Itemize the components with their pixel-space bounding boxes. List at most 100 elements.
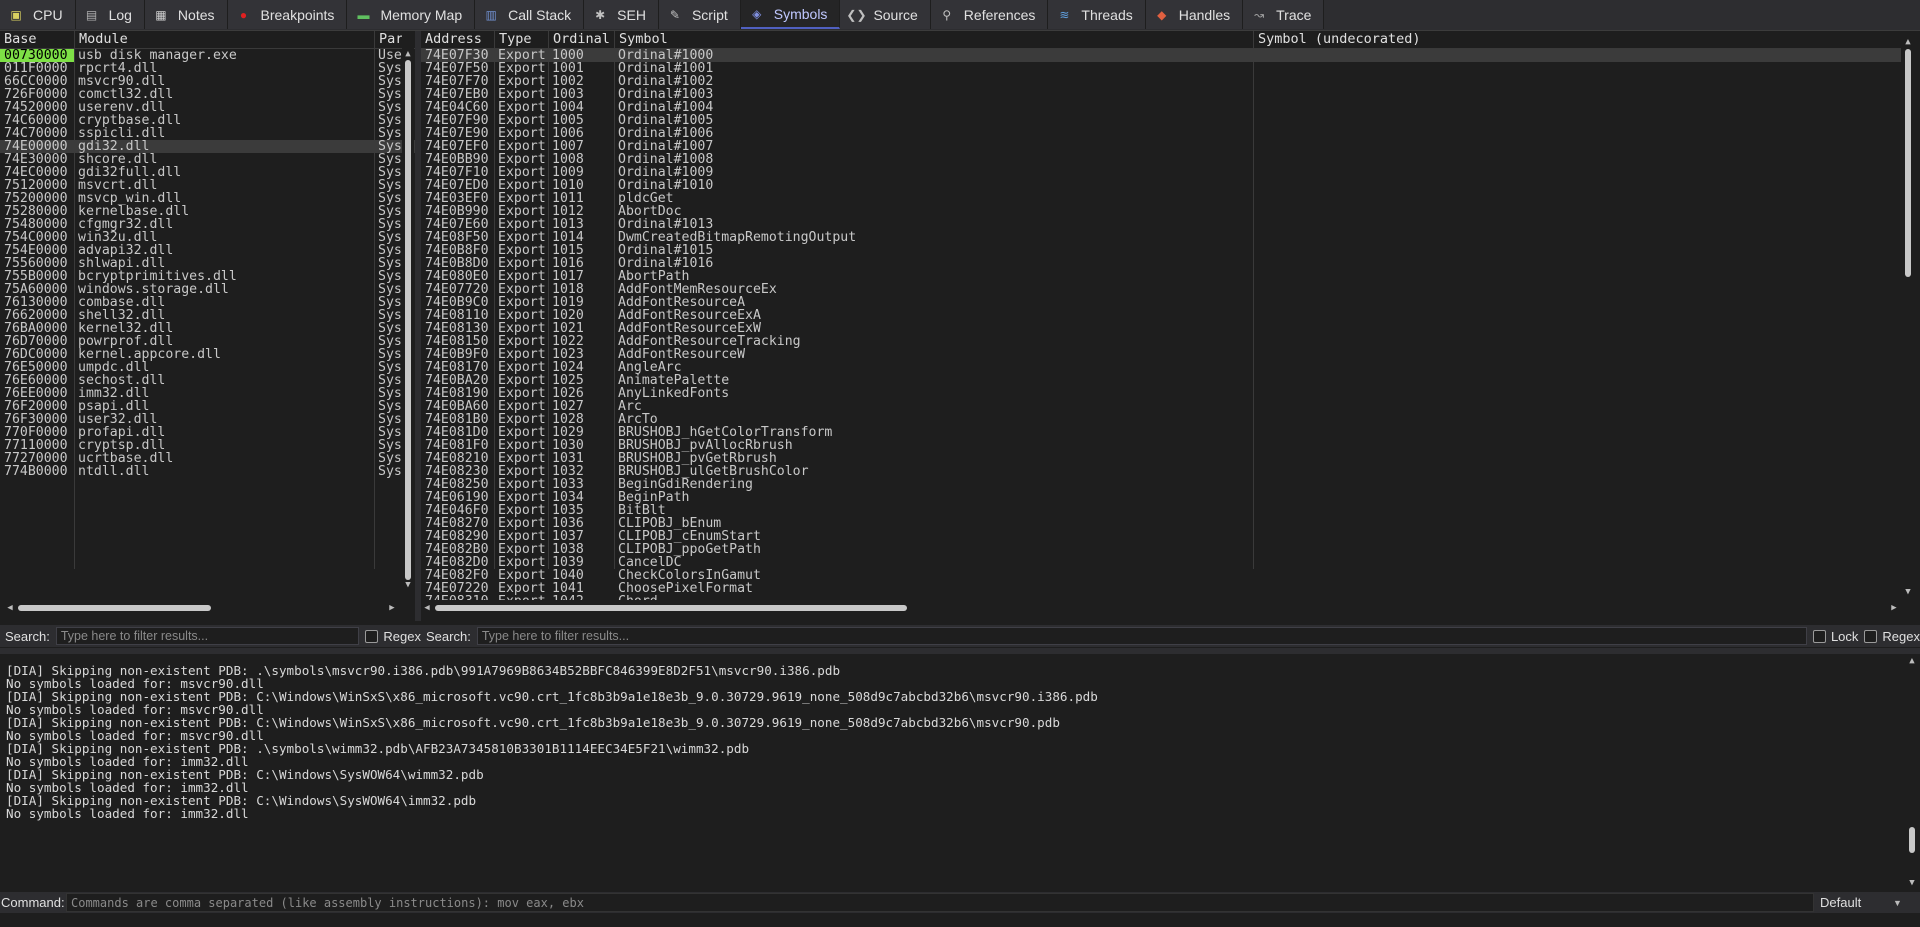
table-row[interactable]: 74E30000 shcore.dll Sys xyxy=(0,153,415,166)
tab-notes[interactable]: ▦ Notes xyxy=(144,0,228,29)
table-row[interactable]: 75200000 msvcp_win.dll Sys xyxy=(0,192,415,205)
table-row[interactable]: 74E08110 Export 1020 AddFontResourceExA xyxy=(421,309,1901,322)
tab-trace[interactable]: ↝ Trace xyxy=(1243,0,1325,29)
table-row[interactable]: 74E046F0 Export 1035 BitBlt xyxy=(421,504,1901,517)
table-row[interactable]: 74E07F70 Export 1002 Ordinal#1002 xyxy=(421,75,1901,88)
tab-memory-map[interactable]: ▬ Memory Map xyxy=(347,0,476,29)
table-row[interactable]: 76BA0000 kernel32.dll Sys xyxy=(0,322,415,335)
table-row[interactable]: 74E07720 Export 1018 AddFontMemResourceEx xyxy=(421,283,1901,296)
column-header-symbol[interactable]: Symbol xyxy=(614,31,1246,48)
table-row[interactable]: 74E08250 Export 1033 BeginGdiRendering xyxy=(421,478,1901,491)
tab-breakpoints[interactable]: ● Breakpoints xyxy=(227,0,348,29)
regex-checkbox-box[interactable] xyxy=(1864,629,1878,643)
table-row[interactable]: 74520000 userenv.dll Sys xyxy=(0,101,415,114)
tab-source[interactable]: ❮❯ Source xyxy=(840,0,931,29)
table-row[interactable]: 74E0B8F0 Export 1015 Ordinal#1015 xyxy=(421,244,1901,257)
table-row[interactable]: 76E50000 umpdc.dll Sys xyxy=(0,361,415,374)
table-row[interactable]: 74E07F50 Export 1001 Ordinal#1001 xyxy=(421,62,1901,75)
table-row[interactable]: 00730000 usb disk manager.exe Use xyxy=(0,49,415,62)
table-row[interactable]: 754C0000 win32u.dll Sys xyxy=(0,231,415,244)
column-header-ordinal[interactable]: Ordinal xyxy=(548,31,614,48)
log-output[interactable]: [DIA] Skipping non-existent PDB: .\symbo… xyxy=(0,655,1906,890)
tab-handles[interactable]: ◆ Handles xyxy=(1145,0,1244,29)
modules-search-input[interactable] xyxy=(55,627,360,645)
modules-vertical-scrollbar[interactable]: ▲ ▼ xyxy=(402,48,414,591)
table-row[interactable]: 66CC0000 msvcr90.dll Sys xyxy=(0,75,415,88)
table-row[interactable]: 76F20000 psapi.dll Sys xyxy=(0,400,415,413)
command-input[interactable] xyxy=(66,893,1814,912)
symbols-table[interactable]: Address Type Ordinal Symbol Symbol (unde… xyxy=(421,31,1901,600)
modules-table[interactable]: Base Module Par 00730000 usb disk manager… xyxy=(0,31,415,600)
table-row[interactable]: 74E00000 gdi32.dll Sys xyxy=(0,140,415,153)
table-row[interactable]: 74E07220 Export 1041 ChoosePixelFormat xyxy=(421,582,1901,595)
table-row[interactable]: 774B0000 ntdll.dll Sys xyxy=(0,465,415,478)
table-row[interactable]: 74E080E0 Export 1017 AbortPath xyxy=(421,270,1901,283)
table-row[interactable]: 74E0B9C0 Export 1019 AddFontResourceA xyxy=(421,296,1901,309)
lock-checkbox[interactable]: Lock xyxy=(1812,629,1858,644)
tab-call-stack[interactable]: ▥ Call Stack xyxy=(475,0,585,29)
table-row[interactable]: 75480000 cfgmgr32.dll Sys xyxy=(0,218,415,231)
column-header-base[interactable]: Base xyxy=(0,31,74,48)
column-header-type[interactable]: Type xyxy=(494,31,548,48)
chevron-down-icon[interactable]: ▼ xyxy=(1893,898,1902,908)
table-row[interactable]: 011F0000 rpcrt4.dll Sys xyxy=(0,62,415,75)
table-row[interactable]: 76620000 shell32.dll Sys xyxy=(0,309,415,322)
table-row[interactable]: 74E06190 Export 1034 BeginPath xyxy=(421,491,1901,504)
table-row[interactable]: 74E081B0 Export 1028 ArcTo xyxy=(421,413,1901,426)
table-row[interactable]: 74E08170 Export 1024 AngleArc xyxy=(421,361,1901,374)
table-row[interactable]: 74E08130 Export 1021 AddFontResourceExW xyxy=(421,322,1901,335)
table-row[interactable]: 755B0000 bcryptprimitives.dll Sys xyxy=(0,270,415,283)
log-splitter[interactable] xyxy=(0,648,1920,654)
symbols-horizontal-scrollbar[interactable]: ◀ ▶ xyxy=(421,602,1901,614)
table-row[interactable]: 74E081D0 Export 1029 BRUSHOBJ_hGetColorTran… xyxy=(421,426,1901,439)
table-row[interactable]: 74E08F50 Export 1014 DwmCreatedBitmapRemoti… xyxy=(421,231,1901,244)
table-row[interactable]: 77270000 ucrtbase.dll Sys xyxy=(0,452,415,465)
symbols-regex-checkbox[interactable]: Regex xyxy=(1864,629,1920,644)
table-row[interactable]: 76E60000 sechost.dll Sys xyxy=(0,374,415,387)
table-row[interactable]: 74E081F0 Export 1030 BRUSHOBJ_pvAllocRbrush xyxy=(421,439,1901,452)
table-row[interactable]: 74E0BB90 Export 1008 Ordinal#1008 xyxy=(421,153,1901,166)
modules-regex-checkbox[interactable]: Regex xyxy=(365,629,421,644)
table-row[interactable]: 76130000 combase.dll Sys xyxy=(0,296,415,309)
column-header-module[interactable]: Module xyxy=(74,31,374,48)
table-row[interactable]: 74EC0000 gdi32full.dll Sys xyxy=(0,166,415,179)
symbols-search-input[interactable] xyxy=(476,627,1807,645)
table-row[interactable]: 74E08150 Export 1022 AddFontResourceTrackin… xyxy=(421,335,1901,348)
table-row[interactable]: 76D70000 powrprof.dll Sys xyxy=(0,335,415,348)
table-row[interactable]: 75A60000 windows.storage.dll Sys xyxy=(0,283,415,296)
table-row[interactable]: 77110000 cryptsp.dll Sys xyxy=(0,439,415,452)
table-row[interactable]: 74C60000 cryptbase.dll Sys xyxy=(0,114,415,127)
tab-script[interactable]: ✎ Script xyxy=(658,0,741,29)
table-row[interactable]: 74E07EF0 Export 1007 Ordinal#1007 xyxy=(421,140,1901,153)
column-header-address[interactable]: Address xyxy=(421,31,494,48)
table-row[interactable]: 74E0B8D0 Export 1016 Ordinal#1016 xyxy=(421,257,1901,270)
table-row[interactable]: 74E03EF0 Export 1011 pldcGet xyxy=(421,192,1901,205)
tab-symbols[interactable]: ◈ Symbols xyxy=(740,0,841,29)
table-row[interactable]: 74E07F10 Export 1009 Ordinal#1009 xyxy=(421,166,1901,179)
table-row[interactable]: 75280000 kernelbase.dll Sys xyxy=(0,205,415,218)
table-row[interactable]: 74E07F90 Export 1005 Ordinal#1005 xyxy=(421,114,1901,127)
column-header-symbol-undecorated[interactable]: Symbol (undecorated) xyxy=(1253,31,1853,48)
command-mode-dropdown[interactable]: Default xyxy=(1820,895,1861,910)
table-row[interactable]: 726F0000 comctl32.dll Sys xyxy=(0,88,415,101)
table-row[interactable]: 74E08210 Export 1031 BRUSHOBJ_pvGetRbrush xyxy=(421,452,1901,465)
table-row[interactable]: 76EE0000 imm32.dll Sys xyxy=(0,387,415,400)
table-row[interactable]: 76DC0000 kernel.appcore.dll Sys xyxy=(0,348,415,361)
table-row[interactable]: 74E0B990 Export 1012 AbortDoc xyxy=(421,205,1901,218)
table-row[interactable]: 75560000 shlwapi.dll Sys xyxy=(0,257,415,270)
column-header-party[interactable]: Par xyxy=(374,31,402,48)
table-row[interactable]: 74E07E90 Export 1006 Ordinal#1006 xyxy=(421,127,1901,140)
table-row[interactable]: 74E0BA60 Export 1027 Arc xyxy=(421,400,1901,413)
tab-threads[interactable]: ≋ Threads xyxy=(1048,0,1146,29)
table-row[interactable]: 74E08230 Export 1032 BRUSHOBJ_ulGetBrushCol… xyxy=(421,465,1901,478)
table-row[interactable]: 74E08190 Export 1026 AnyLinkedFonts xyxy=(421,387,1901,400)
table-row[interactable]: 74C70000 sspicli.dll Sys xyxy=(0,127,415,140)
table-row[interactable]: 74E08310Export1042Chord xyxy=(421,595,1901,600)
table-row[interactable]: 74E082B0 Export 1038 CLIPOBJ_ppoGetPath xyxy=(421,543,1901,556)
modules-horizontal-scrollbar[interactable]: ◀ ▶ xyxy=(4,602,398,614)
tab-cpu[interactable]: ▣ CPU xyxy=(0,0,76,29)
table-row[interactable]: 74E04C60 Export 1004 Ordinal#1004 xyxy=(421,101,1901,114)
table-row[interactable]: 74E082D0 Export 1039 CancelDC xyxy=(421,556,1901,569)
log-vertical-scrollbar[interactable]: ▲ ▼ xyxy=(1906,655,1918,890)
table-row[interactable]: 74E07EB0 Export 1003 Ordinal#1003 xyxy=(421,88,1901,101)
